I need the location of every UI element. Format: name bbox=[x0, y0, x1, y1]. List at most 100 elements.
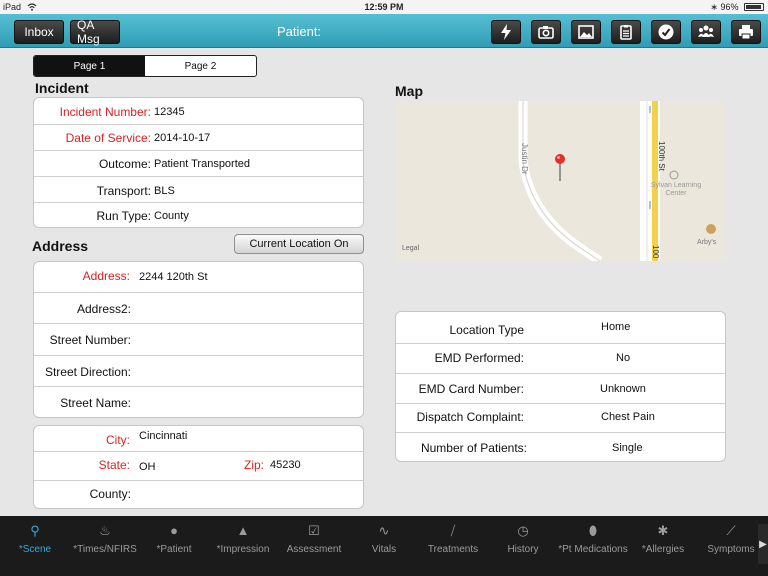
gallery-button[interactable] bbox=[571, 20, 601, 44]
city-value: Cincinnati bbox=[139, 430, 188, 442]
transport-row[interactable]: Transport: BLS bbox=[34, 177, 363, 203]
siren-icon: ▲ bbox=[236, 523, 250, 538]
street-number-label: Street Number: bbox=[49, 333, 131, 347]
emd-card-number-row[interactable]: EMD Card Number: Unknown bbox=[396, 374, 725, 404]
city-row[interactable]: City: Cincinnati bbox=[34, 426, 363, 452]
toolbar: Inbox QA Msg Patient: bbox=[0, 14, 768, 48]
tab-page-2[interactable]: Page 2 bbox=[145, 56, 256, 76]
zip-value: 45230 bbox=[270, 459, 301, 471]
address-row[interactable]: Address: 2244 120th St bbox=[34, 262, 363, 293]
tab-allergies[interactable]: ✱ *Allergies bbox=[636, 516, 690, 560]
people-icon bbox=[698, 25, 714, 37]
date-of-service-row[interactable]: Date of Service: 2014-10-17 bbox=[34, 125, 363, 151]
street-name-row[interactable]: Street Name: bbox=[34, 387, 363, 417]
emd-performed-row[interactable]: EMD Performed: No bbox=[396, 344, 725, 374]
tab-history[interactable]: ◷ History bbox=[494, 516, 552, 560]
clipboard-button[interactable] bbox=[611, 20, 641, 44]
dispatch-complaint-label: Dispatch Complaint: bbox=[416, 410, 524, 424]
map-canvas bbox=[395, 101, 726, 261]
map-heading: Map bbox=[395, 83, 423, 99]
incident-number-row[interactable]: Incident Number: 12345 bbox=[34, 98, 363, 125]
date-of-service-value: 2014-10-17 bbox=[154, 132, 211, 144]
emd-card-number-value: Unknown bbox=[600, 383, 646, 395]
battery-icon bbox=[744, 3, 764, 11]
emd-performed-value: No bbox=[616, 352, 631, 364]
check-button[interactable] bbox=[651, 20, 681, 44]
location-type-row[interactable]: Location Type Home bbox=[396, 312, 725, 344]
lightning-button[interactable] bbox=[491, 20, 521, 44]
outcome-row[interactable]: Outcome: Patient Transported bbox=[34, 151, 363, 177]
county-label: County: bbox=[89, 487, 131, 501]
address2-row[interactable]: Address2: bbox=[34, 293, 363, 324]
battery-percent: 96% bbox=[720, 2, 739, 12]
location-map[interactable]: Justin Dr 100th St 100 Sylvan Learning C… bbox=[395, 101, 726, 261]
pin-icon: ⚲ bbox=[30, 523, 40, 538]
number-of-patients-row[interactable]: Number of Patients: Single bbox=[396, 433, 725, 461]
tab-scene[interactable]: ⚲ *Scene bbox=[6, 516, 64, 560]
street-direction-label: Street Direction: bbox=[44, 365, 131, 379]
map-road-label-100: 100 bbox=[651, 245, 660, 259]
outcome-value: Patient Transported bbox=[154, 158, 251, 170]
run-type-label: Run Type: bbox=[96, 209, 151, 223]
patient-title: Patient: bbox=[276, 24, 322, 39]
crew-button[interactable] bbox=[691, 20, 721, 44]
transport-label: Transport: bbox=[96, 184, 151, 198]
map-road-label-100th: 100th St bbox=[657, 141, 666, 171]
lightning-icon bbox=[501, 24, 511, 40]
location-type-label: Location Type bbox=[449, 323, 524, 337]
map-poi-sylvan: Sylvan Learning Center bbox=[650, 182, 702, 197]
tab-page-1[interactable]: Page 1 bbox=[34, 56, 145, 76]
current-location-button[interactable]: Current Location On bbox=[234, 234, 364, 254]
zip-label: Zip: bbox=[243, 458, 264, 472]
incident-heading: Incident bbox=[35, 80, 89, 96]
map-road-label-justin: Justin Dr bbox=[520, 143, 529, 175]
address-heading: Address bbox=[32, 238, 89, 254]
bike-icon: ♨ bbox=[99, 523, 111, 538]
checkbox-icon: ☑ bbox=[308, 523, 320, 538]
emd-card-number-label: EMD Card Number: bbox=[418, 382, 524, 396]
pulse-icon: ∿ bbox=[378, 523, 390, 538]
tab-assessment[interactable]: ☑ Assessment bbox=[281, 516, 347, 560]
city-label: City: bbox=[106, 433, 130, 447]
tab-times-nfirs[interactable]: ♨ *Times/NFIRS bbox=[70, 516, 140, 560]
bottom-tab-bar: ⚲ *Scene ♨ *Times/NFIRS ● *Patient ▲ *Im… bbox=[0, 516, 768, 576]
page-switcher: Page 1 Page 2 bbox=[33, 55, 257, 77]
print-button[interactable] bbox=[731, 20, 761, 44]
county-row[interactable]: County: bbox=[34, 481, 363, 508]
transport-value: BLS bbox=[154, 185, 175, 197]
tab-impression[interactable]: ▲ *Impression bbox=[209, 516, 277, 560]
tab-pt-medications[interactable]: ⬮ *Pt Medications bbox=[555, 516, 631, 560]
tab-symptoms[interactable]: ⟋ Symptoms bbox=[702, 516, 760, 560]
incident-card: Incident Number: 12345 Date of Service: … bbox=[33, 97, 364, 228]
street-number-row[interactable]: Street Number: bbox=[34, 324, 363, 356]
camera-icon bbox=[538, 26, 554, 39]
dispatch-card: Location Type Home EMD Performed: No EMD… bbox=[395, 311, 726, 462]
address-value: 2244 120th St bbox=[139, 271, 208, 283]
status-bar: iPad 12:59 PM ∗ 96% bbox=[0, 0, 768, 14]
tab-patient[interactable]: ● *Patient bbox=[146, 516, 202, 560]
state-zip-row[interactable]: State: OH Zip: 45230 bbox=[34, 452, 363, 481]
tab-treatments[interactable]: ⧸ Treatments bbox=[421, 516, 485, 560]
clock: 12:59 PM bbox=[364, 2, 404, 12]
qa-msg-button[interactable]: QA Msg bbox=[70, 18, 120, 46]
number-of-patients-value: Single bbox=[612, 442, 643, 454]
street-name-label: Street Name: bbox=[60, 396, 131, 410]
camera-button[interactable] bbox=[531, 20, 561, 44]
run-type-row[interactable]: Run Type: County bbox=[34, 203, 363, 227]
incident-number-value: 12345 bbox=[154, 106, 185, 118]
state-label: State: bbox=[98, 458, 130, 472]
run-type-value: County bbox=[154, 210, 189, 222]
chevron-right-icon: ▶ bbox=[759, 538, 767, 550]
street-direction-row[interactable]: Street Direction: bbox=[34, 356, 363, 387]
tab-scroll-right[interactable]: ▶ bbox=[758, 524, 768, 564]
map-legal-link[interactable]: Legal bbox=[402, 245, 419, 252]
inbox-button[interactable]: Inbox bbox=[14, 20, 64, 44]
check-circle-icon bbox=[658, 24, 674, 40]
emd-performed-label: EMD Performed: bbox=[434, 351, 524, 365]
dispatch-complaint-value: Chest Pain bbox=[601, 411, 655, 423]
tab-vitals[interactable]: ∿ Vitals bbox=[356, 516, 412, 560]
dispatch-complaint-row[interactable]: Dispatch Complaint: Chest Pain bbox=[396, 404, 725, 433]
map-poi-arbys: Arby's bbox=[697, 239, 717, 246]
address2-label: Address2: bbox=[76, 302, 131, 316]
printer-icon bbox=[739, 25, 753, 40]
